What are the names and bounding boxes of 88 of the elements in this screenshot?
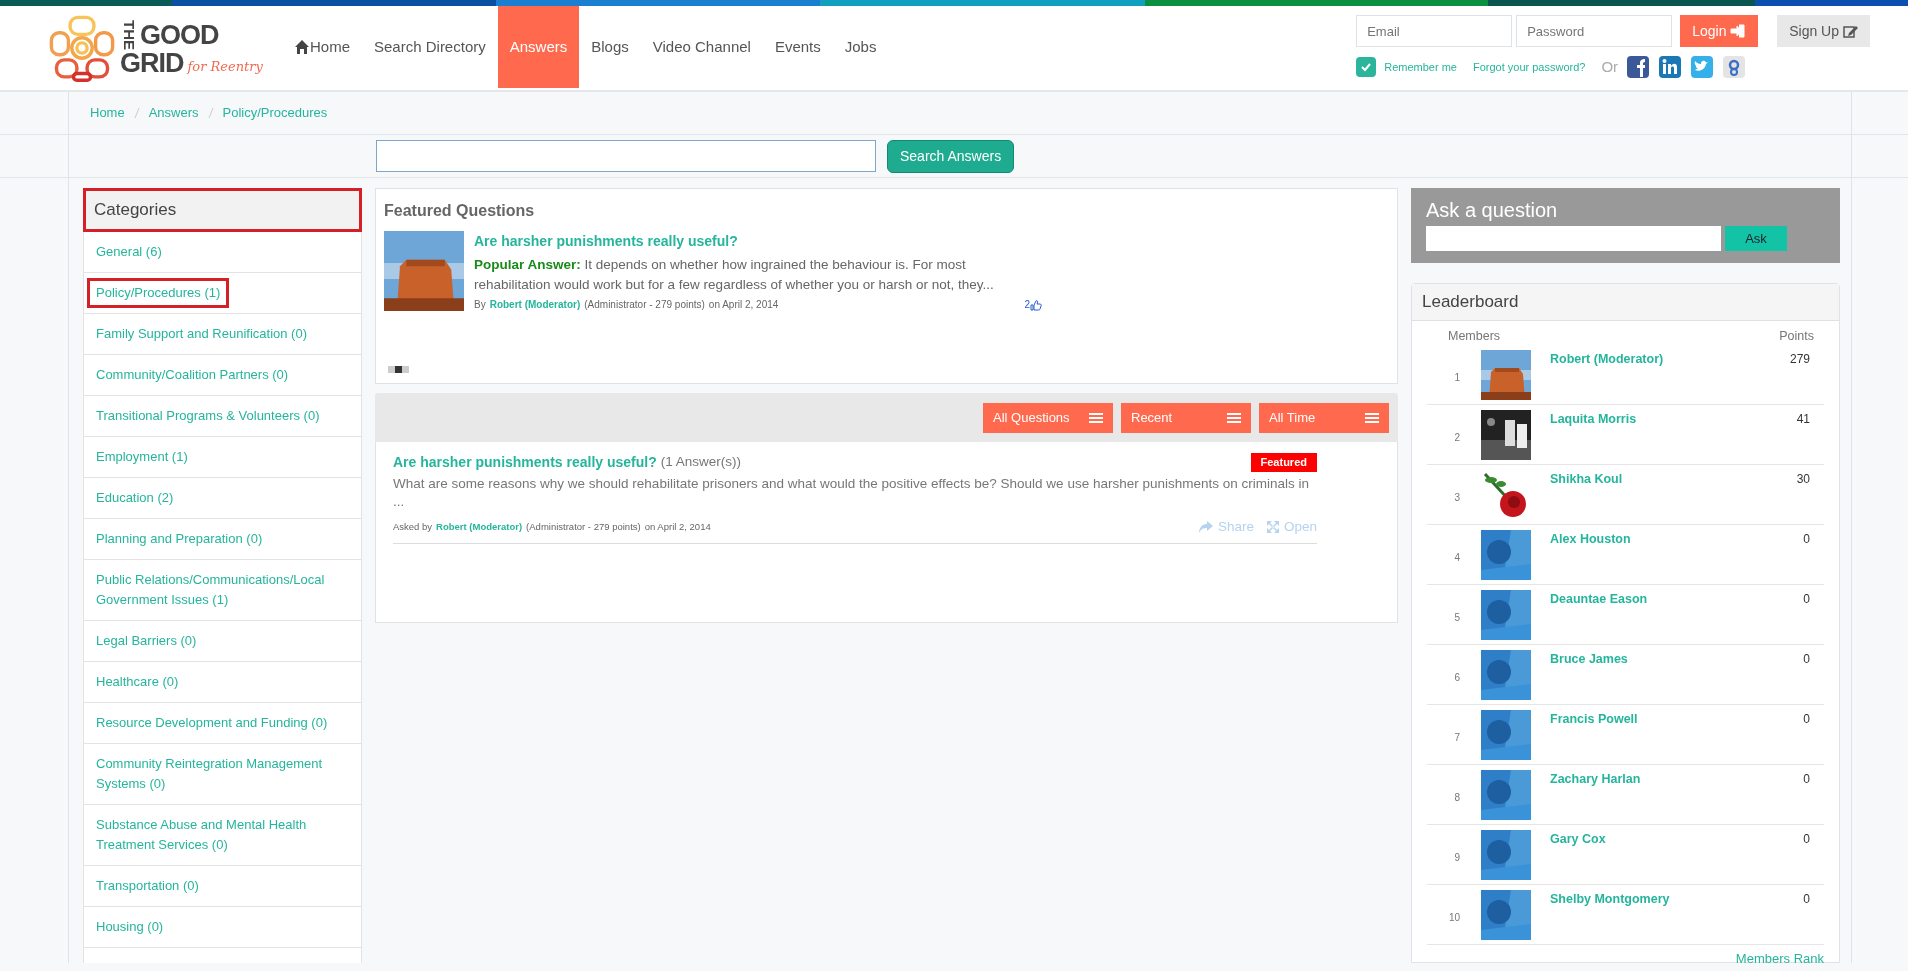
remember-label: Remember me [1384,59,1457,75]
ask-heading: Ask a question [1426,198,1559,222]
points-value: 41 [1796,411,1810,429]
forgot-password-link[interactable]: Forgot your password? [1472,58,1586,76]
login-button[interactable]: Login [1680,15,1759,47]
byline-text: Asked by [393,520,433,534]
categories-heading: Categories [83,188,362,232]
rank-number: 8 [1453,790,1461,805]
logo-text: GRID [120,50,184,76]
member-link[interactable]: Zachary Harlan [1550,770,1641,789]
member-link[interactable]: Deauntae Eason [1550,590,1648,609]
member-link[interactable]: Robert (Moderator) [1550,350,1664,369]
points-value: 279 [1789,351,1810,369]
member-link[interactable]: Bruce James [1550,650,1628,669]
or-text: Or [1601,56,1619,77]
nav-link[interactable]: Home [282,6,362,88]
points-value: 0 [1803,531,1810,549]
category-link[interactable]: Healthcare (0) [96,671,179,692]
breadcrumb-link[interactable]: Policy/Procedures [222,103,328,123]
share-link[interactable]: Share [1197,517,1254,538]
category-link[interactable]: Transportation (0) [96,875,199,896]
question-link[interactable]: Are harsher punishments really useful? [393,452,657,473]
member-link[interactable]: Laquita Morris [1550,410,1637,429]
category-link[interactable]: Policy/Procedures (1) [87,277,230,308]
breadcrumb-link[interactable]: Home [90,103,125,123]
category-link[interactable]: General (6) [96,241,162,262]
popular-answer-text: Popular Answer: It depends on whether how ingrained the behaviour is. For most rehabilitation would work but for a few regardless of whether you or harsh or not, they... [474,256,995,294]
points-value: 0 [1803,651,1810,669]
points-value: 0 [1803,591,1810,609]
nav-link[interactable]: Events [762,6,833,88]
post-date: on April 2, 2014 [644,520,711,534]
rank-number: 9 [1453,850,1461,865]
open-link[interactable]: Open [1265,517,1317,538]
points-value: 0 [1803,831,1810,849]
rank-number: 3 [1453,490,1461,505]
featured-badge: Featured [1250,453,1317,472]
rank-number: 7 [1453,730,1461,745]
member-link[interactable]: Alex Houston [1550,530,1631,549]
rank-number: 4 [1453,550,1461,565]
author-role: (Administrator - 279 points) [526,520,641,534]
rank-number: 5 [1453,610,1461,625]
filter-dropdown-button[interactable]: Recent [1121,403,1251,433]
question-link[interactable]: Are harsher punishments really useful? [474,231,1042,252]
points-value: 0 [1803,711,1810,729]
filter-dropdown-button[interactable]: All Time [1259,403,1389,433]
logo-text: THE [120,20,138,50]
rank-number: 10 [1447,910,1461,925]
filter-dropdown-button[interactable]: All Questions [983,403,1113,433]
column-header: Members [1448,327,1501,345]
author-role: (Administrator - 279 points) [584,298,705,312]
logo-text: GOOD [140,22,219,48]
nav-link[interactable]: Blogs [579,6,641,88]
answer-count: (1 Answer(s)) [660,453,741,472]
password-field[interactable]: Password [1516,15,1673,47]
byline-text: By [474,298,486,312]
category-link[interactable]: Legal Barriers (0) [96,630,197,651]
nav-link[interactable]: Video Channel [640,6,763,88]
category-link[interactable]: Housing (0) [96,916,164,937]
points-value: 0 [1803,771,1810,789]
author-link[interactable]: Robert (Moderator) [436,520,523,535]
member-link[interactable]: Shikha Koul [1550,470,1623,489]
points-value: 0 [1803,891,1810,909]
rank-number: 6 [1453,670,1461,685]
member-link[interactable]: Gary Cox [1550,830,1606,849]
email-field[interactable]: Email [1356,15,1513,47]
like-count[interactable]: 2 [1024,297,1042,312]
post-date: on April 2, 2014 [708,298,779,312]
sign-up-button[interactable]: Sign Up [1777,15,1870,47]
member-link[interactable]: Francis Powell [1550,710,1638,729]
search-button[interactable]: Search Answers [887,139,1015,173]
breadcrumb-link[interactable]: Answers [148,103,199,123]
leaderboard-heading: Leaderboard [1412,284,1839,321]
member-link[interactable]: Shelby Montgomery [1550,890,1670,909]
ask-button[interactable]: Ask [1725,226,1787,251]
points-value: 30 [1796,471,1810,489]
category-link[interactable]: Education (2) [96,487,174,508]
nav-link[interactable]: Jobs [832,6,889,88]
author-link[interactable]: Robert (Moderator) [489,297,581,312]
column-header: Points [1779,327,1814,345]
question-excerpt: What are some reasons why we should rehabilitate prisoners and what would the positive effects be? Should we use harsher punishments on criminals in ... [393,475,1310,511]
category-link[interactable]: Employment (1) [96,446,188,467]
logo-tagline: for Reentry [187,57,263,76]
nav-link[interactable]: Answers [497,6,580,88]
panel-title: Featured Questions [384,201,536,221]
rank-number: 1 [1453,370,1461,385]
rank-number: 2 [1453,430,1461,445]
members-rank-link[interactable]: Members Rank [1735,949,1824,963]
nav-link[interactable]: Search Directory [362,6,498,88]
